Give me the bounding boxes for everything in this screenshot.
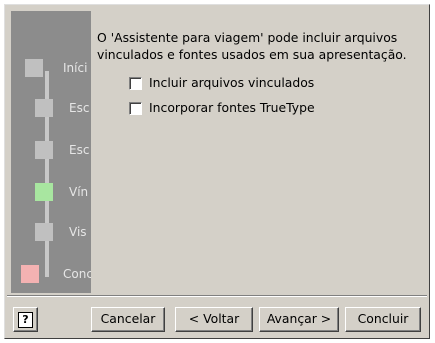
back-button[interactable]: < Voltar — [175, 307, 253, 332]
step-choose-1-marker — [35, 99, 53, 117]
help-button[interactable]: ? — [13, 307, 38, 332]
help-icon: ? — [18, 312, 33, 328]
wizard-content: O 'Assistente para viagem' pode incluir … — [91, 11, 429, 293]
finish-button[interactable]: Concluir — [345, 307, 421, 332]
step-choose-1-label: Esc — [69, 101, 90, 115]
embed-truetype-label[interactable]: Incorporar fontes TrueType — [149, 99, 315, 117]
step-viewer-marker — [35, 223, 53, 241]
step-choose-1: Esc — [11, 99, 91, 117]
cancel-button[interactable]: Cancelar — [91, 307, 165, 332]
wizard-window: Iníci Esc Esc Vín Vis Conc O 'Assistente… — [4, 4, 430, 339]
step-start-marker — [25, 59, 43, 77]
include-linked-files-label[interactable]: Incluir arquivos vinculados — [149, 74, 314, 92]
next-button[interactable]: Avançar > — [259, 307, 339, 332]
button-separator — [7, 295, 427, 297]
step-start: Iníci — [11, 59, 91, 77]
step-finish: Conc — [11, 265, 91, 283]
include-linked-files-checkbox[interactable] — [129, 77, 142, 90]
embed-truetype-checkbox[interactable] — [129, 102, 142, 115]
step-links-marker — [35, 183, 53, 201]
step-viewer-label: Vis — [69, 225, 87, 239]
step-links-label: Vín — [69, 185, 89, 199]
step-finish-label: Conc — [63, 267, 91, 281]
step-links: Vín — [11, 183, 91, 201]
step-start-label: Iníci — [63, 61, 88, 75]
wizard-steps-panel: Iníci Esc Esc Vín Vis Conc — [11, 11, 91, 293]
step-finish-marker — [21, 265, 39, 283]
step-viewer: Vis — [11, 223, 91, 241]
step-description: O 'Assistente para viagem' pode incluir … — [97, 30, 407, 62]
step-choose-2-marker — [35, 141, 53, 159]
step-choose-2-label: Esc — [69, 143, 90, 157]
step-choose-2: Esc — [11, 141, 91, 159]
